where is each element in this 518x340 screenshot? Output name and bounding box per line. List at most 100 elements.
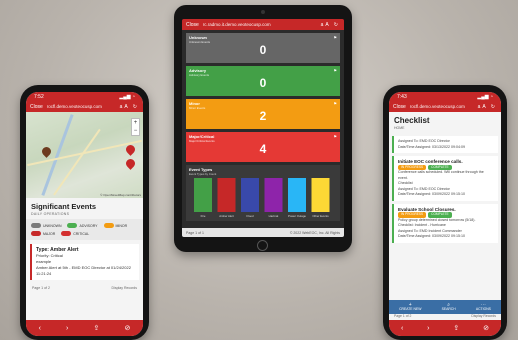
checklist-card[interactable]: Assigned To: EMD EOC Director Date/Time A…: [392, 136, 498, 153]
flag-icon[interactable]: ⚑: [333, 134, 337, 139]
back-icon[interactable]: ‹: [39, 325, 41, 332]
legend-swatch: [31, 231, 41, 236]
close-button[interactable]: Close: [393, 104, 406, 110]
url-text[interactable]: rocfl.demo.veoteocusp.com: [47, 104, 116, 109]
tablet-screen: Close rc.radmo.it.demo.veoteocusp.com aA…: [182, 19, 344, 237]
section-title: Significant Events: [31, 202, 97, 211]
checklist-card-line: Date/Time Assigned: 03/09/2022 09:15:10: [398, 234, 465, 238]
compass-icon[interactable]: ⊘: [125, 324, 131, 332]
share-icon[interactable]: ⇪: [94, 324, 100, 332]
status-pill[interactable]: COMPLETE: [428, 212, 452, 218]
flag-icon[interactable]: ⚑: [333, 101, 337, 106]
compass-icon[interactable]: ⊘: [483, 324, 489, 332]
left-phone-screen: 7:52 ▂▄▆ ◔ Close rocfl.demo.veoteocusp.c…: [26, 92, 143, 336]
toolbar-label: ACTIONS: [475, 307, 491, 311]
legend-item: CRITICAL: [61, 231, 89, 236]
event-types-chart: Fire Amber Alert Flood Hazmat Power Outage Ot…: [194, 178, 330, 218]
tile-value: 2: [259, 109, 267, 123]
tablet: Close rc.radmo.it.demo.veoteocusp.com aA…: [174, 5, 352, 252]
checklist-card[interactable]: Evaluate School Closures. IN PROGRESS COMP…: [392, 203, 498, 243]
footer-page[interactable]: Page 1 of 1: [186, 231, 204, 235]
status-pill[interactable]: IN PROGRESS: [398, 212, 427, 218]
event-type-label: Flood: [247, 214, 254, 218]
section-subtitle: DAILY OPERATIONS: [31, 212, 70, 216]
checklist-card-line: Date/Time Assigned: 03/13/2022 09:04:09: [398, 144, 465, 149]
event-type-label: Other Events: [312, 214, 329, 218]
pager: Page 1 of 2 Display Records: [26, 284, 143, 292]
legend-label: ADVISORY: [79, 223, 98, 228]
home-button[interactable]: [257, 240, 268, 251]
left-phone: 7:52 ▂▄▆ ◔ Close rocfl.demo.veoteocusp.c…: [20, 85, 149, 340]
reader-reload-icons[interactable]: aA ↻: [120, 104, 139, 110]
close-button[interactable]: Close: [186, 22, 199, 28]
flag-icon[interactable]: ⚑: [333, 35, 337, 40]
event-count-tile[interactable]: Major/Critical Major/Critical Events 4 ⚑: [186, 132, 340, 162]
url-text[interactable]: rc.radmo.it.demo.veoteocusp.com: [203, 22, 317, 27]
back-icon[interactable]: ‹: [401, 325, 403, 332]
close-button[interactable]: Close: [30, 104, 43, 110]
checklist-card-line: Date/Time Assigned: 03/09/2022 09:15:10: [398, 192, 465, 196]
map-pin-icon[interactable]: [40, 145, 53, 158]
pager-page[interactable]: Page 1 of 2: [32, 286, 50, 290]
event-type-bar[interactable]: [241, 178, 259, 212]
status-time: 7:52: [34, 94, 44, 100]
checklist-cards: Assigned To: EMD EOC Director Date/Time A…: [389, 136, 501, 243]
event-type-bar[interactable]: [288, 178, 306, 212]
tile-value: 0: [259, 43, 267, 57]
browser-url-bar: Close rocfl.demo.veoteocusp.com aA ↻: [389, 101, 501, 112]
action-toolbar: + CREATE NEW ⌕ SEARCH ⋯ ACTIONS: [389, 300, 501, 314]
browser-bottom-bar: ‹ › ⇪ ⊘: [389, 320, 501, 336]
event-count-tile[interactable]: Minor Minor Events 2 ⚑: [186, 99, 340, 129]
legend-item: MINOR: [103, 223, 127, 228]
toolbar-label: CREATE NEW: [399, 307, 422, 311]
map-pin-icon[interactable]: [124, 143, 137, 156]
legend-label: MAJOR: [43, 231, 56, 236]
toolbar-button[interactable]: ⌕ SEARCH: [441, 303, 456, 312]
event-count-tiles: Unknown Unknown Events 0 ⚑ Advisory Advisory …: [182, 33, 344, 162]
event-type-label: Amber Alert: [219, 214, 234, 218]
forward-icon[interactable]: ›: [427, 325, 429, 332]
status-bar: 7:52 ▂▄▆ ◔: [26, 92, 143, 101]
legend-item: UNKNOWN: [31, 223, 61, 228]
severity-legend: UNKNOWN ADVISORY MINOR MAJOR CRITICAL: [26, 219, 143, 240]
tile-value: 0: [259, 76, 267, 90]
event-type-bar[interactable]: [194, 178, 212, 212]
legend-label: UNKNOWN: [43, 223, 62, 228]
map-pin-icon[interactable]: [124, 157, 137, 170]
checklist-subtitle: HOME: [394, 126, 405, 130]
checklist-card[interactable]: Initiate EOC conference calls. IN PROGRES…: [392, 156, 498, 201]
right-phone: 7:43 ▂▄▆ ◔ Close rocfl.demo.veoteocusp.c…: [383, 85, 507, 340]
flag-icon[interactable]: ⚑: [333, 68, 337, 73]
forward-icon[interactable]: ›: [66, 325, 68, 332]
toolbar-button[interactable]: ⋯ ACTIONS: [475, 303, 491, 312]
legend-swatch: [31, 223, 41, 228]
legend-swatch: [103, 223, 114, 228]
event-type-label: Power Outage: [288, 214, 306, 218]
footer-copyright: © 2022 WebEOC, Inc. All Rights: [289, 230, 340, 235]
event-types-panel: Event Types Event Types by Count Fire Amb…: [186, 165, 340, 221]
map-credit: © OpenStreetMap contributors: [100, 193, 141, 197]
toolbar-label: SEARCH: [441, 307, 456, 311]
right-phone-screen: 7:43 ▂▄▆ ◔ Close rocfl.demo.veoteocusp.c…: [389, 92, 501, 336]
checklist-card-line: Conference calls scheduled. Will continu…: [398, 170, 484, 180]
tablet-footer: Page 1 of 1 © 2022 WebEOC, Inc. All Righ…: [182, 228, 344, 237]
event-type-bar[interactable]: [217, 178, 236, 212]
toolbar-button[interactable]: + CREATE NEW: [399, 303, 422, 312]
reader-reload-icons[interactable]: aA ↻: [321, 22, 340, 28]
status-time: 7:43: [397, 94, 407, 100]
zoom-control[interactable]: + −: [131, 118, 140, 136]
event-type-bar[interactable]: [311, 178, 330, 212]
pager-display[interactable]: Display Records: [112, 286, 137, 290]
event-type-bar[interactable]: [264, 178, 283, 212]
tile-value: 4: [259, 142, 267, 156]
event-count-tile[interactable]: Advisory Advisory Events 0 ⚑: [186, 66, 340, 96]
url-text[interactable]: rocfl.demo.veoteocusp.com: [410, 104, 474, 109]
status-bar: 7:43 ▂▄▆ ◔: [389, 92, 501, 101]
event-map[interactable]: + − © OpenStreetMap contributors: [26, 112, 143, 198]
event-count-tile[interactable]: Unknown Unknown Events 0 ⚑: [186, 33, 340, 63]
reader-reload-icons[interactable]: aA ↻: [478, 104, 497, 110]
legend-item: ADVISORY: [67, 223, 98, 228]
event-card[interactable]: Type: Amber Alert Priority: Critical exa…: [30, 244, 139, 280]
share-icon[interactable]: ⇪: [453, 324, 459, 332]
browser-bottom-bar: ‹ › ⇪ ⊘: [26, 320, 143, 336]
